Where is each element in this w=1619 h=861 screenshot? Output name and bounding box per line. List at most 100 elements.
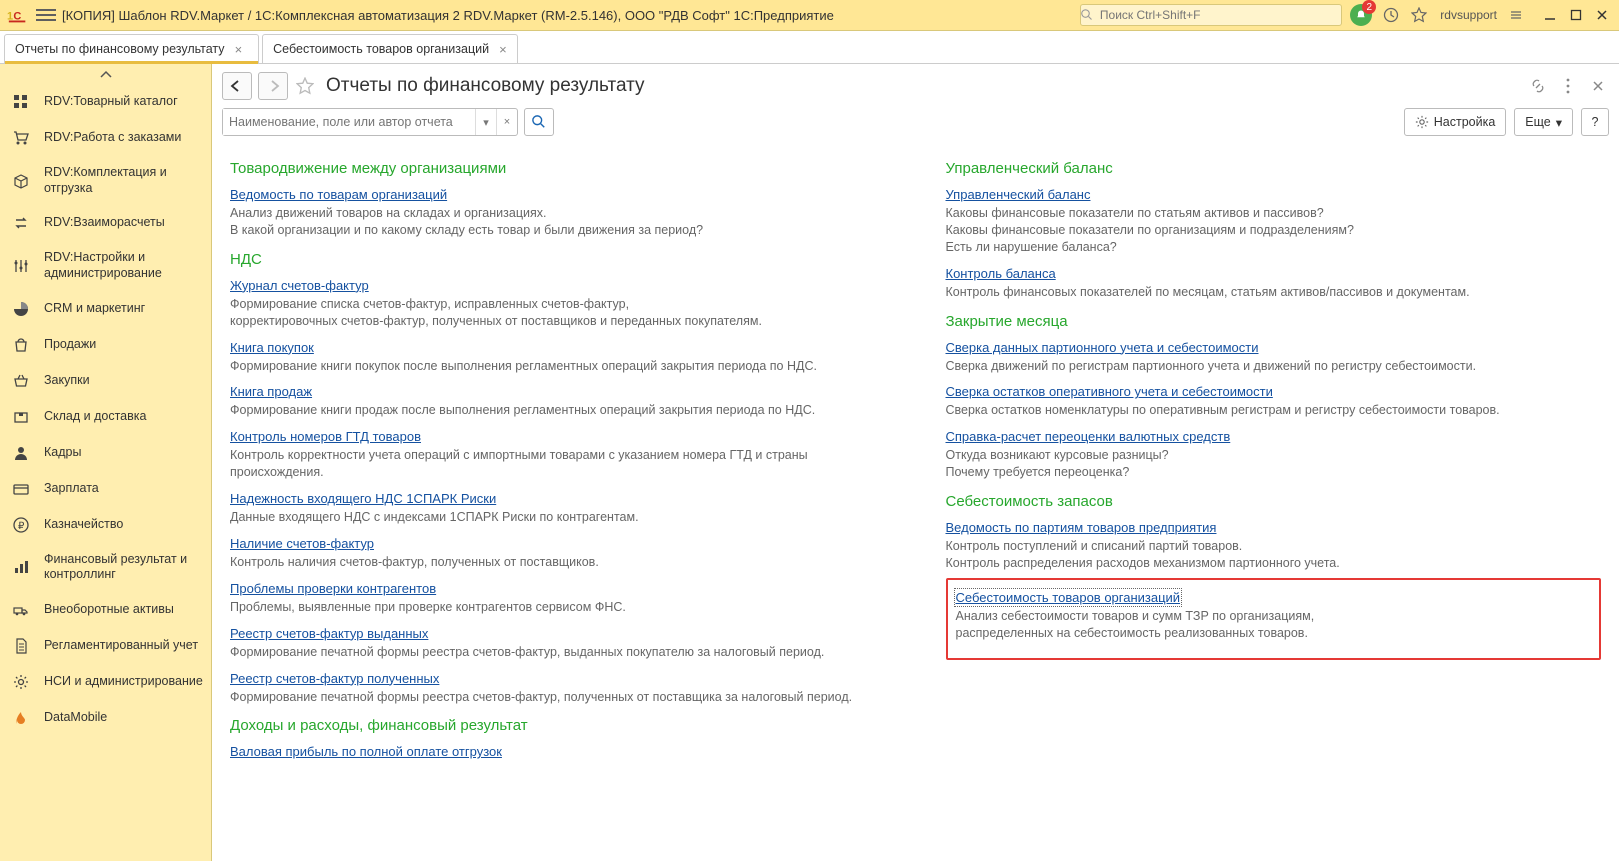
report-link[interactable]: Контроль баланса — [946, 266, 1056, 281]
nav-back-button[interactable] — [222, 72, 252, 100]
filter-field[interactable]: ▾ × — [222, 108, 518, 136]
tab-close-icon[interactable]: × — [235, 42, 243, 57]
bars-icon — [12, 558, 30, 576]
report-link[interactable]: Реестр счетов-фактур полученных — [230, 671, 439, 686]
report-link[interactable]: Реестр счетов-фактур выданных — [230, 626, 428, 641]
kebab-icon[interactable] — [1557, 75, 1579, 97]
sidebar-item[interactable]: CRM и маркетинг — [0, 291, 211, 327]
report-description: Формирование печатной формы реестра счет… — [230, 689, 886, 706]
sidebar-item-label: RDV:Работа с заказами — [44, 130, 181, 146]
report-link[interactable]: Сверка остатков оперативного учета и себ… — [946, 384, 1273, 399]
nav-forward-button[interactable] — [258, 72, 288, 100]
report-link[interactable]: Журнал счетов-фактур — [230, 278, 369, 293]
favorite-icon[interactable] — [294, 75, 316, 97]
sidebar-item[interactable]: Внеоборотные активы — [0, 592, 211, 628]
report-link[interactable]: Сверка данных партионного учета и себест… — [946, 340, 1259, 355]
report-link[interactable]: Книга продаж — [230, 384, 312, 399]
report-link[interactable]: Проблемы проверки контрагентов — [230, 581, 436, 596]
sidebar-item[interactable]: Склад и доставка — [0, 399, 211, 435]
filter-clear-icon[interactable]: × — [496, 109, 517, 135]
sidebar-item[interactable]: Регламентированный учет — [0, 628, 211, 664]
svg-text:₽: ₽ — [18, 521, 25, 532]
report-description: Формирование печатной формы реестра счет… — [230, 644, 886, 661]
sidebar-item-label: CRM и маркетинг — [44, 301, 145, 317]
sidebar-item[interactable]: DataMobile — [0, 700, 211, 736]
more-button[interactable]: Еще ▾ — [1514, 108, 1573, 136]
report-link[interactable]: Ведомость по товарам организаций — [230, 187, 447, 202]
star-icon[interactable] — [1410, 6, 1428, 24]
content-scroll[interactable]: Товародвижение между организациями Ведомо… — [212, 144, 1619, 861]
report-description: Контроль финансовых показателей по месяц… — [946, 284, 1602, 301]
window-maximize-icon[interactable] — [1565, 5, 1587, 25]
sidebar-item[interactable]: Кадры — [0, 435, 211, 471]
cart-icon — [12, 129, 30, 147]
tab-close-icon[interactable]: × — [499, 42, 507, 57]
tab-reports[interactable]: Отчеты по финансовому результату × — [4, 34, 259, 63]
filter-dropdown-icon[interactable]: ▾ — [475, 109, 496, 135]
link-icon[interactable] — [1527, 75, 1549, 97]
bag-icon — [12, 336, 30, 354]
report-link[interactable]: Валовая прибыль по полной оплате отгрузо… — [230, 744, 502, 759]
tab-cost[interactable]: Себестоимость товаров организаций × — [262, 34, 518, 63]
tab-label: Отчеты по финансовому результату — [15, 42, 225, 56]
global-search[interactable] — [1080, 4, 1342, 26]
username-label[interactable]: rdvsupport — [1440, 8, 1497, 22]
group-heading: Управленческий баланс — [946, 160, 1602, 177]
sidebar-item[interactable]: RDV:Работа с заказами — [0, 120, 211, 156]
report-link[interactable]: Себестоимость товаров организаций — [956, 590, 1181, 605]
settings-label: Настройка — [1434, 115, 1496, 129]
report-description: Откуда возникают курсовые разницы?Почему… — [946, 447, 1602, 481]
filter-input[interactable] — [223, 109, 475, 135]
report-description: Анализ движений товаров на складах и орг… — [230, 205, 886, 239]
highlighted-report: Себестоимость товаров организацийАнализ … — [946, 578, 1602, 660]
toolbar: ▾ × Настройка Еще ▾ ? — [212, 104, 1619, 144]
help-button[interactable]: ? — [1581, 108, 1609, 136]
window-close-icon[interactable] — [1591, 5, 1613, 25]
sidebar-item[interactable]: RDV:Товарный каталог — [0, 84, 211, 120]
window-minimize-icon[interactable] — [1539, 5, 1561, 25]
report-description: Формирование списка счетов-фактур, испра… — [230, 296, 886, 330]
ruble-icon: ₽ — [12, 516, 30, 534]
report-link[interactable]: Надежность входящего НДС 1СПАРК Риски — [230, 491, 496, 506]
sidebar-item[interactable]: Продажи — [0, 327, 211, 363]
group-heading: Доходы и расходы, финансовый результат — [230, 717, 886, 734]
sidebar-item[interactable]: НСИ и администрирование — [0, 664, 211, 700]
report-link[interactable]: Контроль номеров ГТД товаров — [230, 429, 421, 444]
more-label: Еще — [1525, 115, 1550, 129]
sidebar-collapse-icon[interactable] — [0, 64, 211, 84]
sidebar-item[interactable]: ₽ Казначейство — [0, 507, 211, 543]
user-menu-icon[interactable] — [1507, 6, 1525, 24]
sidebar-item[interactable]: RDV:Взаиморасчеты — [0, 205, 211, 241]
menu-icon[interactable] — [36, 5, 56, 25]
sidebar-item-label: RDV:Настройки и администрирование — [44, 250, 203, 281]
report-link[interactable]: Ведомость по партиям товаров предприятия — [946, 520, 1217, 535]
notifications-icon[interactable]: 2 — [1350, 4, 1372, 26]
report-link[interactable]: Управленческий баланс — [946, 187, 1091, 202]
pie-icon — [12, 300, 30, 318]
sidebar-item-label: RDV:Комплектация и отгрузка — [44, 165, 203, 196]
report-description: Контроль корректности учета операций с и… — [230, 447, 886, 481]
group-heading: НДС — [230, 251, 886, 268]
history-icon[interactable] — [1382, 6, 1400, 24]
sidebar-item[interactable]: Закупки — [0, 363, 211, 399]
app-logo-icon: 1С — [6, 4, 30, 26]
sidebar-item[interactable]: RDV:Настройки и администрирование — [0, 241, 211, 290]
sidebar-item-label: Казначейство — [44, 517, 123, 533]
sidebar-item[interactable]: Финансовый результат и контроллинг — [0, 543, 211, 592]
report-link[interactable]: Книга покупок — [230, 340, 314, 355]
notify-badge: 2 — [1362, 0, 1376, 14]
card-icon — [12, 480, 30, 498]
person-icon — [12, 444, 30, 462]
group-heading: Закрытие месяца — [946, 313, 1602, 330]
settings-button[interactable]: Настройка — [1404, 108, 1507, 136]
panel-close-icon[interactable] — [1587, 75, 1609, 97]
sidebar-item[interactable]: Зарплата — [0, 471, 211, 507]
search-button[interactable] — [524, 108, 554, 136]
report-link[interactable]: Справка-расчет переоценки валютных средс… — [946, 429, 1231, 444]
global-search-input[interactable] — [1096, 8, 1341, 22]
sidebar-item[interactable]: RDV:Комплектация и отгрузка — [0, 156, 211, 205]
group-heading: Товародвижение между организациями — [230, 160, 886, 177]
report-description: Формирование книги продаж после выполнен… — [230, 402, 886, 419]
tabs-bar: Отчеты по финансовому результату × Себес… — [0, 31, 1619, 64]
report-link[interactable]: Наличие счетов-фактур — [230, 536, 374, 551]
